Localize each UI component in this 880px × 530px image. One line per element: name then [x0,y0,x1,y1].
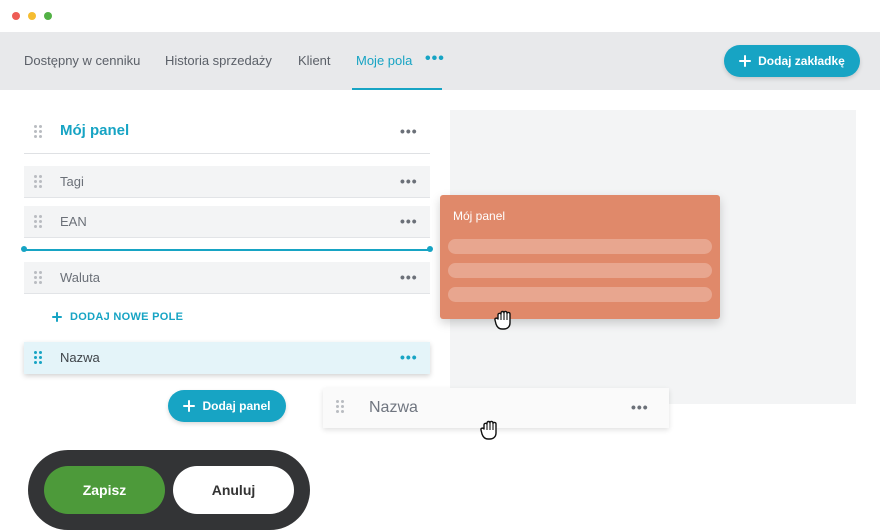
field-row-tagi[interactable]: Tagi ••• [24,166,430,198]
drop-indicator-dot [21,246,27,252]
field-label: Waluta [60,270,100,285]
drop-indicator-dot [427,246,433,252]
dragged-panel-card[interactable]: Mój panel [440,195,720,319]
field-menu-icon[interactable]: ••• [400,213,418,229]
drag-handle-icon[interactable] [34,351,42,365]
drag-handle-icon[interactable] [34,271,42,285]
add-panel-button-label: Dodaj panel [202,399,271,413]
dragged-panel-title: Mój panel [453,209,506,223]
panel-divider [24,153,430,154]
drag-handle-icon[interactable] [34,215,42,229]
window-close-button[interactable] [12,12,20,20]
add-tab-button-label: Dodaj zakładkę [758,54,845,68]
field-menu-icon[interactable]: ••• [400,269,418,285]
field-menu-icon[interactable]: ••• [631,399,649,415]
field-label: Tagi [60,174,84,189]
panel-menu-icon[interactable]: ••• [400,123,418,139]
tab-klient[interactable]: Klient [298,32,331,90]
add-tab-button[interactable]: Dodaj zakładkę [724,45,860,77]
field-label: Nazwa [60,350,100,365]
window-minimize-button[interactable] [28,12,36,20]
plus-icon [183,400,196,412]
window-maximize-button[interactable] [44,12,52,20]
grab-cursor-icon [494,310,511,330]
drag-handle-icon[interactable] [336,400,344,414]
active-tab-indicator [352,88,442,90]
placeholder-bar [448,263,712,278]
window-titlebar [0,0,880,32]
grab-cursor-icon [480,420,497,440]
add-panel-button[interactable]: Dodaj panel [168,390,286,422]
add-field-link[interactable]: DODAJ NOWE POLE [52,311,183,323]
placeholder-bar [448,287,712,302]
cancel-button[interactable]: Anuluj [173,466,294,514]
field-row-waluta[interactable]: Waluta ••• [24,262,430,294]
field-label: EAN [60,214,87,229]
add-field-label: DODAJ NOWE POLE [70,311,184,323]
plus-icon [739,55,752,67]
field-menu-icon[interactable]: ••• [400,173,418,189]
tab-bar: Dostępny w cenniku Historia sprzedaży Kl… [0,32,880,90]
tab-historia-sprzedazy[interactable]: Historia sprzedaży [165,32,272,90]
panel-title: Mój panel [60,122,130,139]
plus-icon [52,312,62,322]
save-button[interactable]: Zapisz [44,466,165,514]
tab-more-icon[interactable]: ••• [425,32,445,90]
field-menu-icon[interactable]: ••• [400,349,418,365]
tab-dostepny-w-cenniku[interactable]: Dostępny w cenniku [24,32,140,90]
tab-moje-pola[interactable]: Moje pola [356,32,412,90]
drag-handle-icon[interactable] [34,125,42,139]
field-row-nazwa-selected[interactable]: Nazwa ••• [24,342,430,374]
drop-indicator-line [24,249,430,251]
dragged-field-label: Nazwa [369,399,418,416]
placeholder-bar [448,239,712,254]
drag-handle-icon[interactable] [34,175,42,189]
field-row-ean[interactable]: EAN ••• [24,206,430,238]
